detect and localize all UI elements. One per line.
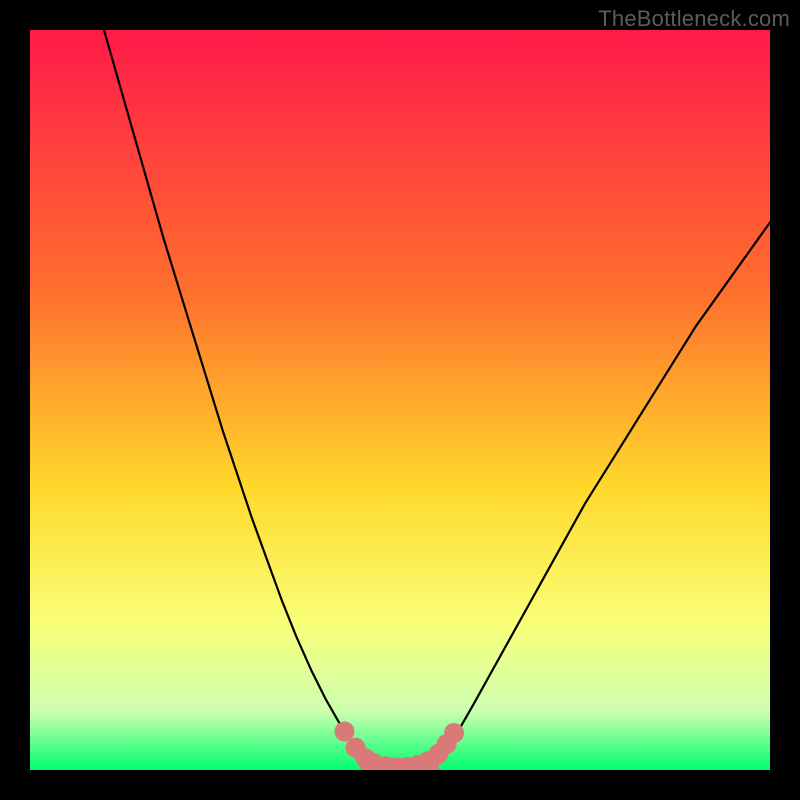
chart-plot-area: [30, 30, 770, 770]
outer-frame: TheBottleneck.com: [0, 0, 800, 800]
chart-svg: [30, 30, 770, 770]
watermark-label: TheBottleneck.com: [598, 6, 790, 32]
curve-marker-dot: [335, 722, 355, 742]
curve-marker-dot: [444, 723, 464, 743]
chart-background-gradient: [30, 30, 770, 770]
